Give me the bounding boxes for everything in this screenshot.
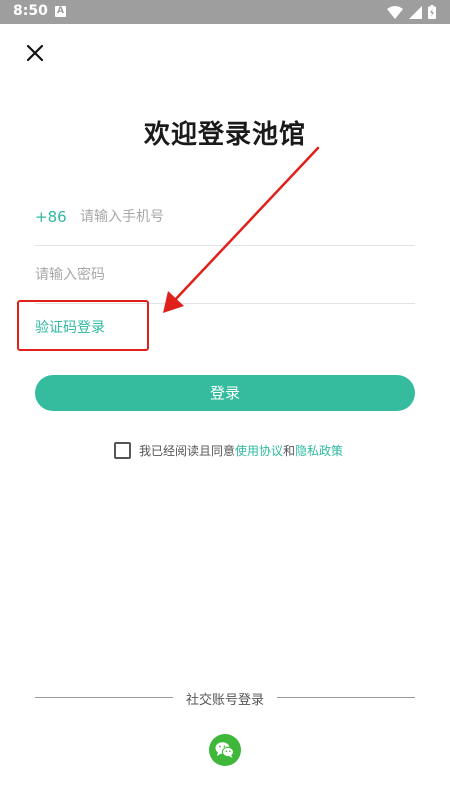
divider-right: [277, 697, 415, 698]
privacy-link[interactable]: 隐私政策: [295, 442, 343, 459]
social-login-label: 社交账号登录: [185, 693, 264, 708]
close-button[interactable]: [24, 42, 46, 64]
close-icon: [26, 44, 44, 62]
wechat-login-button[interactable]: [209, 734, 241, 766]
divider-left: [35, 697, 173, 698]
phone-input[interactable]: [80, 205, 410, 229]
login-button[interactable]: 登录: [35, 375, 415, 411]
password-input[interactable]: [35, 263, 410, 287]
signal-icon: [409, 5, 422, 19]
battery-icon: [428, 5, 436, 19]
notification-icon: A: [55, 6, 66, 17]
agreement-checkbox[interactable]: [114, 441, 131, 459]
agreement-text: 我已经阅读且同意: [139, 443, 236, 458]
status-time: 8:50: [13, 3, 48, 19]
page-title: 欢迎登录池馆: [143, 120, 306, 150]
agreement-row: 我已经阅读且同意 使用协议 和 隐私政策: [114, 440, 343, 460]
status-bar: 8:50 A: [0, 0, 450, 24]
wifi-icon: [387, 5, 403, 19]
agreement-conjunction: 和: [283, 443, 296, 458]
terms-link[interactable]: 使用协议: [235, 442, 283, 459]
annotation-box: [17, 300, 149, 351]
status-icons: [387, 5, 436, 19]
password-row: [35, 246, 415, 304]
phone-row: +86: [35, 188, 415, 246]
country-code[interactable]: +86: [35, 208, 67, 226]
wechat-icon: [215, 742, 235, 758]
